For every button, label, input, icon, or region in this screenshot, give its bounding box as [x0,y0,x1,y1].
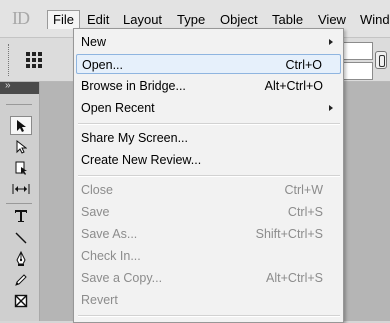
submenu-arrow-icon [329,39,333,45]
menu-item-shortcut: Alt+Ctrl+O [264,79,323,93]
menu-layout[interactable]: Layout [118,10,167,29]
menu-edit[interactable]: Edit [82,10,114,29]
menu-item-shortcut: Shift+Ctrl+S [255,227,323,241]
menu-type[interactable]: Type [172,10,210,29]
menu-item-label: Save a Copy... [81,271,163,285]
menu-item-save-a-copy[interactable]: Save a Copy... Alt+Ctrl+S [76,268,341,288]
menu-item-label: Create New Review... [81,153,202,167]
scale-y-field[interactable] [343,62,373,80]
panel-grip[interactable] [8,44,12,76]
menu-item-close[interactable]: Close Ctrl+W [76,180,341,200]
menu-separator [78,123,340,125]
menu-item-label: Save As... [81,227,138,241]
menu-item-shortcut: Ctrl+S [287,205,323,219]
gap-tool-icon[interactable] [10,179,32,198]
menu-item-save-as[interactable]: Save As... Shift+Ctrl+S [76,224,341,244]
menu-item-label: Open Recent [81,101,155,115]
menu-item-shortcut: Alt+Ctrl+S [266,271,323,285]
line-tool-icon[interactable] [10,228,32,247]
tools-divider [6,104,32,105]
rectangle-frame-tool-icon[interactable] [10,291,32,310]
menu-item-label: Open... [82,58,123,72]
menu-item-label: New [81,35,107,49]
menu-item-label: Check In... [81,249,141,263]
type-tool-icon[interactable] [10,206,32,225]
menu-item-browse-in-bridge[interactable]: Browse in Bridge... Alt+Ctrl+O [76,76,341,96]
menu-item-revert[interactable]: Revert [76,290,341,310]
menu-item-label: Share My Screen... [81,131,188,145]
file-menu-dropdown: New Open... Ctrl+O Browse in Bridge... A… [73,28,344,323]
menu-file[interactable]: File [47,10,80,29]
selection-tool-icon[interactable] [10,116,32,135]
menu-item-new[interactable]: New [76,32,341,52]
menu-item-create-new-review[interactable]: Create New Review... [76,150,341,170]
tools-panel: » [0,80,40,321]
menu-item-check-in[interactable]: Check In... [76,246,341,266]
menu-table[interactable]: Table [267,10,308,29]
menu-view[interactable]: View [313,10,351,29]
app-logo: ID [12,8,30,28]
menu-separator [78,175,340,177]
menu-separator [78,315,340,317]
pencil-tool-icon[interactable] [10,270,32,289]
tools-panel-header[interactable]: » [0,80,39,94]
menu-item-shortcut: Ctrl+O [285,58,322,72]
menu-item-open[interactable]: Open... Ctrl+O [76,54,341,74]
menu-window[interactable]: Windo [355,10,390,29]
page-tool-icon[interactable] [10,158,32,177]
menu-item-label: Close [81,183,113,197]
collapse-icon[interactable]: » [5,80,11,91]
menu-item-share-my-screen[interactable]: Share My Screen... [76,128,341,148]
reference-point-icon[interactable] [26,52,42,68]
menu-item-save[interactable]: Save Ctrl+S [76,202,341,222]
menu-item-open-recent[interactable]: Open Recent [76,98,341,118]
scale-x-field[interactable] [343,42,373,60]
menu-object[interactable]: Object [215,10,263,29]
submenu-arrow-icon [329,105,333,111]
menu-item-shortcut: Ctrl+W [284,183,323,197]
chain-link-icon[interactable] [375,51,387,69]
menu-item-label: Browse in Bridge... [81,79,186,93]
menu-item-label: Save [81,205,110,219]
tools-divider [6,203,32,204]
menu-item-label: Revert [81,293,118,307]
pen-tool-icon[interactable] [10,249,32,268]
direct-selection-tool-icon[interactable] [10,137,32,156]
